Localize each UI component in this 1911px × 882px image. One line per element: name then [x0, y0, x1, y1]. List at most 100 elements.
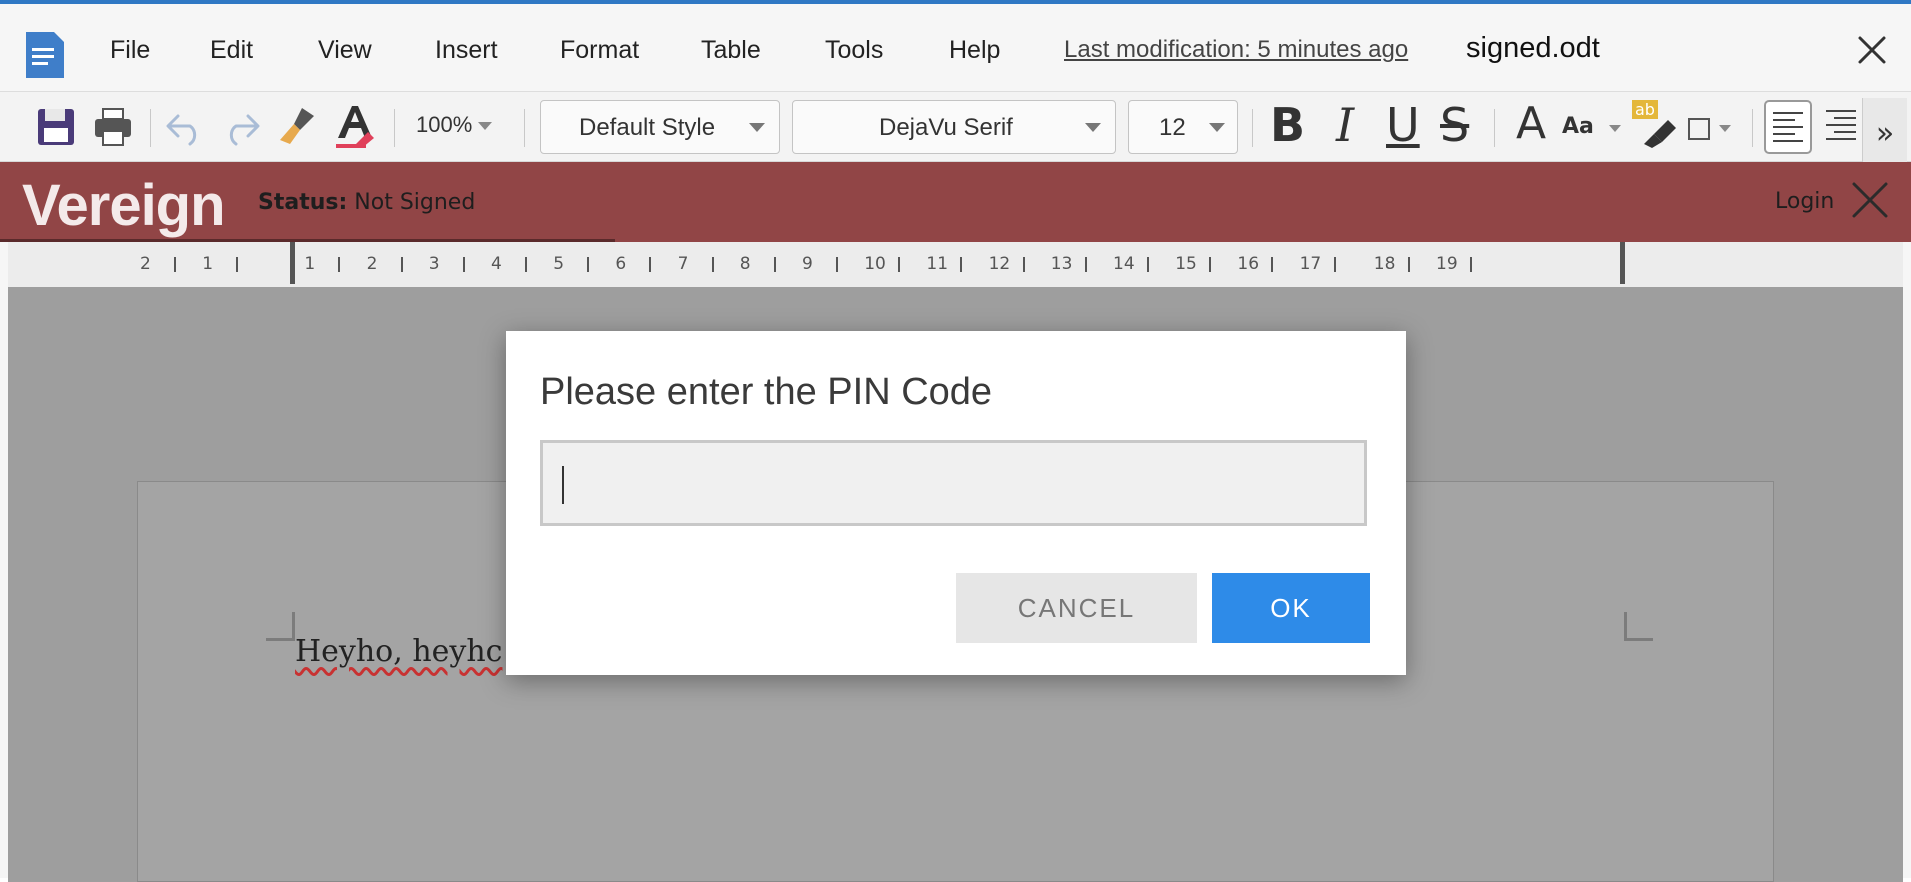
font-name-value: DejaVu Serif: [879, 114, 1013, 141]
font-case-button[interactable]: Aa: [1562, 114, 1594, 139]
ruler-number: 14: [1113, 254, 1135, 274]
underline-button[interactable]: U: [1386, 98, 1420, 152]
page-corner-mark: [266, 612, 295, 641]
font-size-select[interactable]: 12: [1128, 100, 1238, 154]
menu-format[interactable]: Format: [560, 36, 639, 65]
menu-insert[interactable]: Insert: [435, 36, 498, 65]
close-icon[interactable]: [1850, 180, 1890, 220]
highlight-button[interactable]: ab: [1632, 100, 1692, 154]
ruler-number: 1: [202, 254, 214, 274]
chevron-down-icon: [478, 122, 493, 131]
strikethrough-button[interactable]: S: [1440, 98, 1469, 152]
font-name-select[interactable]: DejaVu Serif: [792, 100, 1116, 154]
ruler-tick: [773, 257, 776, 272]
ruler-number: 11: [926, 254, 949, 274]
toolbar-separator: [150, 109, 151, 147]
toolbar: 100% Default Style DejaVu Serif 12 B I U…: [0, 91, 1911, 170]
ruler-number: 16: [1237, 254, 1260, 274]
pin-dialog: Please enter the PIN Code CANCEL OK: [506, 331, 1406, 675]
toolbar-separator: [394, 109, 395, 147]
bold-button[interactable]: B: [1270, 98, 1305, 152]
app-window: File Edit View Insert Format Table Tools…: [0, 0, 1911, 882]
ruler-number: 9: [802, 254, 813, 274]
grow-font-button[interactable]: A: [1516, 98, 1546, 149]
ruler-tick: [711, 257, 714, 272]
font-color-icon[interactable]: [332, 102, 378, 152]
ruler-number: 19: [1436, 254, 1458, 274]
page-corner-mark: [1624, 612, 1653, 641]
ruler-tick: [236, 257, 239, 272]
vereign-logo: Vereign: [22, 173, 226, 238]
menu-help[interactable]: Help: [949, 36, 1000, 65]
chevron-down-icon: [749, 123, 765, 132]
ruler-number: 1: [304, 254, 316, 274]
align-left-icon[interactable]: [1764, 100, 1812, 154]
ruler-tick: [649, 257, 652, 272]
ruler-tick: [898, 257, 901, 272]
signature-status: Status: Not Signed: [258, 190, 475, 215]
ruler-tick: [1209, 257, 1212, 272]
save-icon[interactable]: [35, 106, 77, 148]
ruler-tick: [960, 257, 963, 272]
ruler-tick: [836, 257, 838, 272]
pin-input[interactable]: [540, 440, 1367, 526]
chevron-down-icon[interactable]: [1718, 124, 1732, 134]
document-name: signed.odt: [1466, 32, 1600, 64]
chevron-down-icon[interactable]: [1608, 124, 1622, 134]
document-text[interactable]: Heyho, heyhc: [295, 634, 502, 669]
ruler-tick: [1084, 257, 1087, 272]
status-value: Not Signed: [354, 190, 476, 215]
ruler-number: 8: [739, 254, 751, 274]
ruler-number: 15: [1175, 254, 1197, 274]
redo-icon[interactable]: [220, 108, 262, 146]
ruler-tick: [1407, 257, 1410, 272]
ruler-number: 6: [615, 254, 627, 274]
ruler-number: 13: [1050, 254, 1073, 274]
ruler-number: 7: [677, 254, 689, 274]
ruler-number: 3: [428, 254, 440, 274]
more-tools-button[interactable]: »: [1862, 98, 1907, 170]
ruler-number: 2: [366, 254, 378, 274]
ruler-number: 2: [140, 254, 151, 274]
toolbar-separator: [1494, 109, 1495, 147]
toolbar-separator: [1252, 109, 1253, 147]
ruler-number: 10: [864, 254, 886, 274]
align-right-icon[interactable]: [1824, 104, 1858, 150]
login-link[interactable]: Login: [1775, 189, 1834, 214]
status-label: Status:: [258, 190, 348, 215]
menubar: File Edit View Insert Format Table Tools…: [0, 8, 1911, 91]
ruler-tick: [525, 257, 527, 272]
toolbar-separator: [524, 109, 525, 147]
toolbar-separator: [1752, 109, 1753, 147]
italic-button[interactable]: I: [1336, 98, 1354, 152]
ok-button[interactable]: OK: [1212, 573, 1370, 643]
chevron-down-icon: [1209, 123, 1225, 132]
ruler-left-margin[interactable]: [290, 242, 295, 284]
zoom-dropdown[interactable]: 100%: [416, 112, 493, 138]
paragraph-style-value: Default Style: [579, 114, 716, 141]
last-modification-link[interactable]: Last modification: 5 minutes ago: [1064, 36, 1408, 64]
print-icon[interactable]: [92, 106, 134, 148]
menu-view[interactable]: View: [318, 36, 372, 65]
clear-formatting-brush-icon[interactable]: [276, 104, 318, 148]
document-icon[interactable]: [22, 30, 68, 80]
menu-tools[interactable]: Tools: [825, 36, 883, 65]
ruler-number: 12: [988, 254, 1011, 274]
undo-icon[interactable]: [164, 108, 206, 146]
menu-edit[interactable]: Edit: [210, 36, 253, 65]
paragraph-style-select[interactable]: Default Style: [540, 100, 780, 154]
menu-file[interactable]: File: [110, 36, 150, 65]
ruler-number: 18: [1373, 254, 1396, 274]
vereign-bar: Vereign Status: Not Signed Login: [0, 162, 1911, 242]
border-icon[interactable]: [1686, 116, 1712, 142]
ruler-tick: [174, 257, 176, 272]
menu-table[interactable]: Table: [701, 36, 761, 65]
ruler-tick: [1147, 257, 1149, 272]
cancel-button[interactable]: CANCEL: [956, 573, 1197, 643]
ruler-right-margin[interactable]: [1620, 242, 1625, 284]
ruler-number: 4: [491, 254, 502, 274]
ruler-tick: [462, 257, 465, 272]
ruler-tick: [1333, 257, 1336, 272]
ruler-tick: [1022, 257, 1025, 272]
close-icon[interactable]: [1852, 30, 1892, 70]
